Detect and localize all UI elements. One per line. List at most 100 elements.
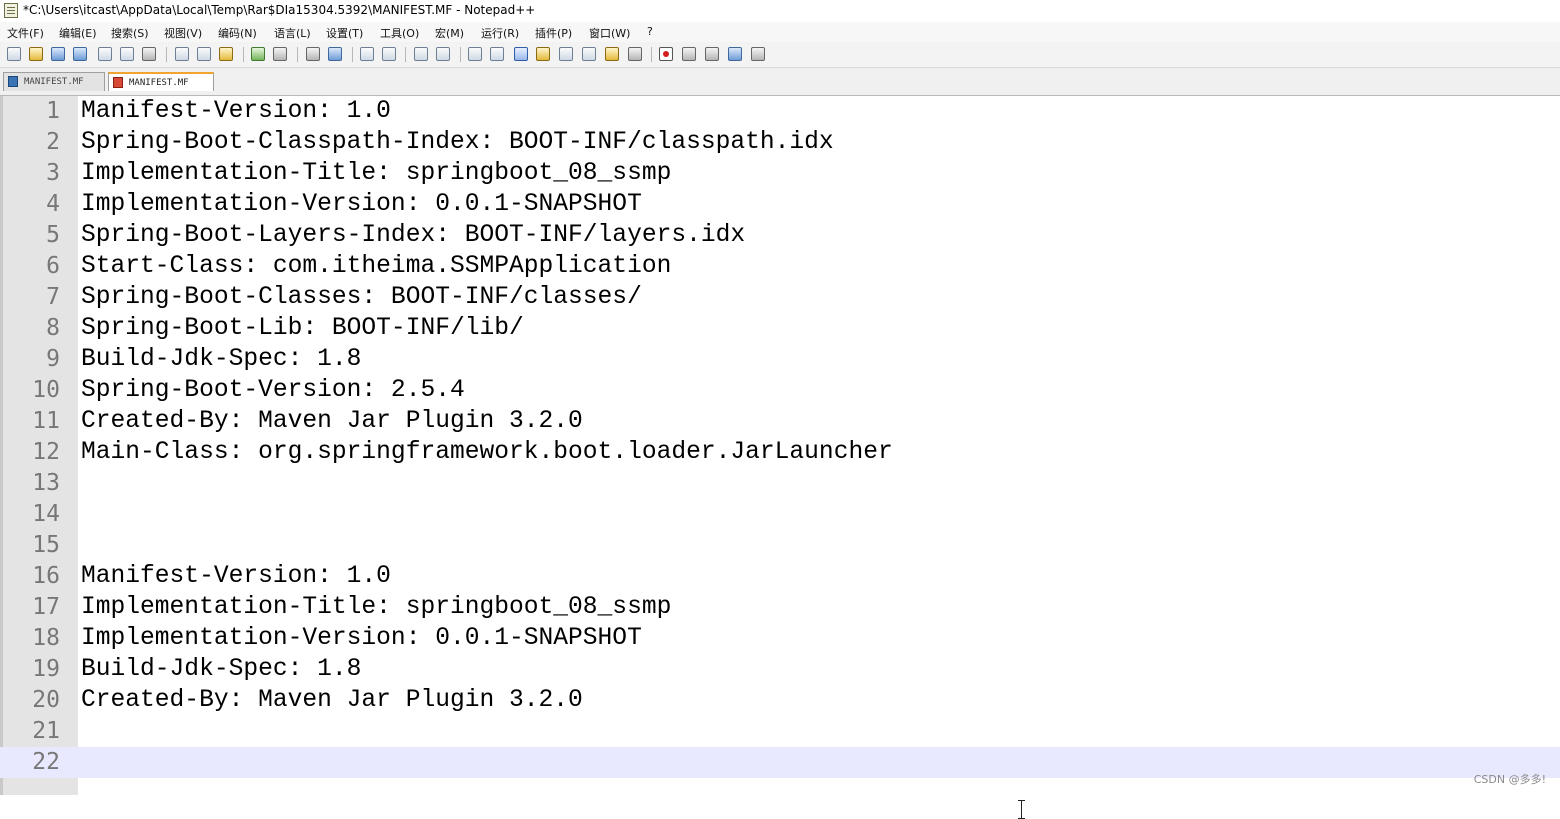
line-text[interactable]: Manifest-Version: 1.0 bbox=[81, 96, 391, 127]
line-text[interactable]: Spring-Boot-Lib: BOOT-INF/lib/ bbox=[81, 313, 524, 344]
editor-line[interactable]: 3 Implementation-Title: springboot_08_ssm… bbox=[0, 158, 1560, 189]
cut-icon[interactable] bbox=[175, 47, 189, 61]
line-text[interactable]: Implementation-Title: springboot_08_ssmp bbox=[81, 158, 671, 189]
editor-line[interactable]: 9 Build-Jdk-Spec: 1.8 bbox=[0, 344, 1560, 375]
line-text[interactable]: Implementation-Title: springboot_08_ssmp bbox=[81, 592, 671, 623]
editor-line[interactable]: 1 Manifest-Version: 1.0 bbox=[0, 96, 1560, 127]
line-number: 2 bbox=[46, 129, 60, 155]
find-icon[interactable] bbox=[306, 47, 320, 61]
editor-line[interactable]: 5 Spring-Boot-Layers-Index: BOOT-INF/laye… bbox=[0, 220, 1560, 251]
line-number: 14 bbox=[32, 501, 60, 527]
stop-macro-icon[interactable] bbox=[682, 47, 696, 61]
replace-icon[interactable] bbox=[328, 47, 342, 61]
print-icon[interactable] bbox=[142, 47, 156, 61]
zoom-out-icon[interactable] bbox=[382, 47, 396, 61]
menu-edit[interactable]: 编辑(E) bbox=[59, 25, 97, 41]
line-text[interactable]: Start-Class: com.itheima.SSMPApplication bbox=[81, 251, 671, 282]
function-list-icon[interactable] bbox=[582, 47, 596, 61]
editor-line[interactable]: 20 Created-By: Maven Jar Plugin 3.2.0 bbox=[0, 685, 1560, 716]
line-text[interactable]: Created-By: Maven Jar Plugin 3.2.0 bbox=[81, 406, 583, 437]
editor-line[interactable]: 21 bbox=[0, 716, 1560, 747]
save-icon[interactable] bbox=[51, 47, 65, 61]
editor-line[interactable]: 14 bbox=[0, 499, 1560, 530]
watermark: CSDN @多多! bbox=[1473, 773, 1546, 786]
indent-guide-icon[interactable] bbox=[514, 47, 528, 61]
editor-area[interactable]: 1 Manifest-Version: 1.0 2 Spring-Boot-Class… bbox=[0, 96, 1560, 819]
toolbar-separator bbox=[166, 47, 167, 62]
menu-tools[interactable]: 工具(O) bbox=[380, 25, 419, 41]
editor-line[interactable]: 18 Implementation-Version: 0.0.1-SNAPSHOT bbox=[0, 623, 1560, 654]
line-text[interactable]: Manifest-Version: 1.0 bbox=[81, 561, 391, 592]
undo-icon[interactable] bbox=[251, 47, 265, 61]
menu-plugins[interactable]: 插件(P) bbox=[535, 25, 572, 41]
line-text[interactable]: Build-Jdk-Spec: 1.8 bbox=[81, 654, 361, 685]
line-text[interactable]: Implementation-Version: 0.0.1-SNAPSHOT bbox=[81, 623, 642, 654]
editor-line[interactable]: 22 bbox=[0, 747, 1560, 778]
menu-language[interactable]: 语言(L) bbox=[274, 25, 311, 41]
save-macro-icon[interactable] bbox=[751, 47, 765, 61]
editor-line[interactable]: 8 Spring-Boot-Lib: BOOT-INF/lib/ bbox=[0, 313, 1560, 344]
close-icon[interactable] bbox=[98, 47, 112, 61]
editor-line[interactable]: 13 bbox=[0, 468, 1560, 499]
save-all-icon[interactable] bbox=[73, 47, 87, 61]
line-number: 19 bbox=[32, 656, 60, 682]
editor-line[interactable]: 6 Start-Class: com.itheima.SSMPApplicatio… bbox=[0, 251, 1560, 282]
play-macro-icon[interactable] bbox=[705, 47, 719, 61]
editor-line[interactable]: 10 Spring-Boot-Version: 2.5.4 bbox=[0, 375, 1560, 406]
line-text[interactable]: Build-Jdk-Spec: 1.8 bbox=[81, 344, 361, 375]
editor-line[interactable]: 15 bbox=[0, 530, 1560, 561]
record-macro-icon[interactable] bbox=[659, 47, 673, 61]
redo-icon[interactable] bbox=[273, 47, 287, 61]
line-text[interactable]: Spring-Boot-Classpath-Index: BOOT-INF/cl… bbox=[81, 127, 834, 158]
paste-icon[interactable] bbox=[219, 47, 233, 61]
unsaved-file-icon bbox=[113, 77, 123, 88]
menu-encoding[interactable]: 编码(N) bbox=[218, 25, 257, 41]
line-text[interactable]: Spring-Boot-Version: 2.5.4 bbox=[81, 375, 465, 406]
new-file-icon[interactable] bbox=[7, 47, 21, 61]
menu-search[interactable]: 搜索(S) bbox=[111, 25, 149, 41]
line-number: 20 bbox=[32, 687, 60, 713]
sync-vertical-icon[interactable] bbox=[414, 47, 428, 61]
copy-icon[interactable] bbox=[197, 47, 211, 61]
saved-file-icon bbox=[8, 76, 18, 87]
line-number: 22 bbox=[32, 749, 60, 775]
editor-line[interactable]: 4 Implementation-Version: 0.0.1-SNAPSHOT bbox=[0, 189, 1560, 220]
editor-line[interactable]: 17 Implementation-Title: springboot_08_ss… bbox=[0, 592, 1560, 623]
line-text[interactable]: Spring-Boot-Classes: BOOT-INF/classes/ bbox=[81, 282, 642, 313]
menu-help[interactable]: ? bbox=[647, 25, 653, 38]
tab-manifest-2[interactable]: MANIFEST.MF bbox=[108, 72, 214, 91]
window-title: *C:\Users\itcast\AppData\Local\Temp\Rar$… bbox=[23, 3, 536, 17]
user-language-icon[interactable] bbox=[536, 47, 550, 61]
menu-settings[interactable]: 设置(T) bbox=[326, 25, 363, 41]
word-wrap-icon[interactable] bbox=[468, 47, 482, 61]
tab-label: MANIFEST.MF bbox=[129, 78, 189, 88]
line-text[interactable]: Spring-Boot-Layers-Index: BOOT-INF/layer… bbox=[81, 220, 745, 251]
folder-workspace-icon[interactable] bbox=[605, 47, 619, 61]
menu-window[interactable]: 窗口(W) bbox=[589, 25, 630, 41]
line-number: 11 bbox=[32, 408, 60, 434]
toolbar-separator bbox=[460, 47, 461, 62]
monitoring-icon[interactable] bbox=[628, 47, 642, 61]
menu-macro[interactable]: 宏(M) bbox=[435, 25, 464, 41]
tab-manifest-1[interactable]: MANIFEST.MF bbox=[3, 72, 105, 91]
zoom-in-icon[interactable] bbox=[360, 47, 374, 61]
document-map-icon[interactable] bbox=[559, 47, 573, 61]
run-macro-multiple-icon[interactable] bbox=[728, 47, 742, 61]
sync-horizontal-icon[interactable] bbox=[436, 47, 450, 61]
editor-line[interactable]: 11 Created-By: Maven Jar Plugin 3.2.0 bbox=[0, 406, 1560, 437]
menu-run[interactable]: 运行(R) bbox=[481, 25, 519, 41]
menu-view[interactable]: 视图(V) bbox=[164, 25, 202, 41]
close-all-icon[interactable] bbox=[120, 47, 134, 61]
editor-line[interactable]: 12 Main-Class: org.springframework.boot.l… bbox=[0, 437, 1560, 468]
line-text[interactable]: Created-By: Maven Jar Plugin 3.2.0 bbox=[81, 685, 583, 716]
line-text[interactable]: Main-Class: org.springframework.boot.loa… bbox=[81, 437, 893, 468]
editor-line[interactable]: 16 Manifest-Version: 1.0 bbox=[0, 561, 1560, 592]
editor-line[interactable]: 19 Build-Jdk-Spec: 1.8 bbox=[0, 654, 1560, 685]
editor-line[interactable]: 2 Spring-Boot-Classpath-Index: BOOT-INF/c… bbox=[0, 127, 1560, 158]
line-text[interactable]: Implementation-Version: 0.0.1-SNAPSHOT bbox=[81, 189, 642, 220]
editor-line[interactable]: 7 Spring-Boot-Classes: BOOT-INF/classes/ bbox=[0, 282, 1560, 313]
line-number: 8 bbox=[46, 315, 60, 341]
menu-file[interactable]: 文件(F) bbox=[7, 25, 44, 41]
show-all-chars-icon[interactable] bbox=[490, 47, 504, 61]
open-file-icon[interactable] bbox=[29, 47, 43, 61]
